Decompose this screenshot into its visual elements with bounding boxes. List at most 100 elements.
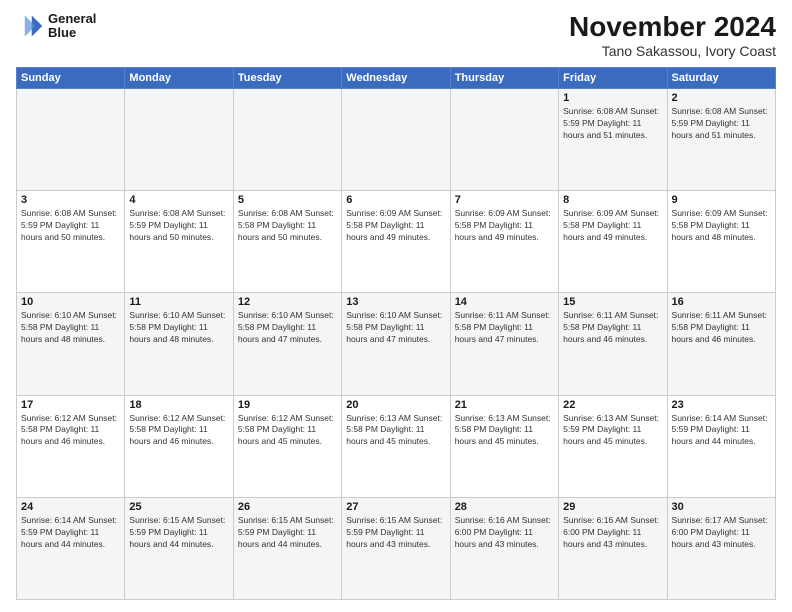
day-info: Sunrise: 6:10 AM Sunset: 5:58 PM Dayligh… — [238, 310, 337, 346]
day-info: Sunrise: 6:09 AM Sunset: 5:58 PM Dayligh… — [455, 208, 554, 244]
day-info: Sunrise: 6:08 AM Sunset: 5:59 PM Dayligh… — [563, 106, 662, 142]
calendar-cell: 6 Sunrise: 6:09 AM Sunset: 5:58 PM Daylig… — [342, 191, 450, 293]
day-number: 4 — [129, 194, 228, 206]
day-info: Sunrise: 6:12 AM Sunset: 5:58 PM Dayligh… — [21, 413, 120, 449]
calendar-cell — [233, 88, 341, 190]
day-info: Sunrise: 6:11 AM Sunset: 5:58 PM Dayligh… — [563, 310, 662, 346]
day-number: 19 — [238, 399, 337, 411]
week-row-1: 1Sunrise: 6:08 AM Sunset: 5:59 PM Daylig… — [17, 88, 776, 190]
day-number: 6 — [346, 194, 445, 206]
day-header-monday: Monday — [125, 67, 233, 88]
day-number: 9 — [672, 194, 771, 206]
day-number: 30 — [672, 501, 771, 513]
calendar-header: SundayMondayTuesdayWednesdayThursdayFrid… — [17, 67, 776, 88]
day-number: 2 — [672, 92, 771, 104]
calendar-cell: 4 Sunrise: 6:08 AM Sunset: 5:59 PM Daylig… — [125, 191, 233, 293]
day-info: Sunrise: 6:16 AM Sunset: 6:00 PM Dayligh… — [455, 515, 554, 551]
day-number: 24 — [21, 501, 120, 513]
day-info: Sunrise: 6:15 AM Sunset: 5:59 PM Dayligh… — [129, 515, 228, 551]
week-row-5: 24 Sunrise: 6:14 AM Sunset: 5:59 PM Dayli… — [17, 497, 776, 599]
day-info: Sunrise: 6:08 AM Sunset: 5:59 PM Dayligh… — [21, 208, 120, 244]
day-info: Sunrise: 6:09 AM Sunset: 5:58 PM Dayligh… — [346, 208, 445, 244]
day-number: 25 — [129, 501, 228, 513]
calendar-cell: 15 Sunrise: 6:11 AM Sunset: 5:58 PM Dayli… — [559, 293, 667, 395]
day-info: Sunrise: 6:13 AM Sunset: 5:59 PM Dayligh… — [563, 413, 662, 449]
calendar-cell: 27 Sunrise: 6:15 AM Sunset: 5:59 PM Dayli… — [342, 497, 450, 599]
day-info: Sunrise: 6:17 AM Sunset: 6:00 PM Dayligh… — [672, 515, 771, 551]
day-info: Sunrise: 6:11 AM Sunset: 5:58 PM Dayligh… — [672, 310, 771, 346]
day-info: Sunrise: 6:16 AM Sunset: 6:00 PM Dayligh… — [563, 515, 662, 551]
day-info: Sunrise: 6:15 AM Sunset: 5:59 PM Dayligh… — [346, 515, 445, 551]
calendar-cell: 30 Sunrise: 6:17 AM Sunset: 6:00 PM Dayli… — [667, 497, 775, 599]
calendar-cell: 1Sunrise: 6:08 AM Sunset: 5:59 PM Daylig… — [559, 88, 667, 190]
calendar-cell: 2Sunrise: 6:08 AM Sunset: 5:59 PM Daylig… — [667, 88, 775, 190]
week-row-4: 17 Sunrise: 6:12 AM Sunset: 5:58 PM Dayli… — [17, 395, 776, 497]
day-info: Sunrise: 6:13 AM Sunset: 5:58 PM Dayligh… — [346, 413, 445, 449]
day-info: Sunrise: 6:08 AM Sunset: 5:58 PM Dayligh… — [238, 208, 337, 244]
logo-icon — [16, 12, 44, 40]
week-row-2: 3 Sunrise: 6:08 AM Sunset: 5:59 PM Daylig… — [17, 191, 776, 293]
day-header-friday: Friday — [559, 67, 667, 88]
calendar-cell: 24 Sunrise: 6:14 AM Sunset: 5:59 PM Dayli… — [17, 497, 125, 599]
day-header-wednesday: Wednesday — [342, 67, 450, 88]
day-number: 21 — [455, 399, 554, 411]
day-header-sunday: Sunday — [17, 67, 125, 88]
calendar-cell: 21 Sunrise: 6:13 AM Sunset: 5:58 PM Dayli… — [450, 395, 558, 497]
calendar-cell: 20 Sunrise: 6:13 AM Sunset: 5:58 PM Dayli… — [342, 395, 450, 497]
day-number: 10 — [21, 296, 120, 308]
calendar-subtitle: Tano Sakassou, Ivory Coast — [569, 43, 776, 59]
calendar-cell: 9 Sunrise: 6:09 AM Sunset: 5:58 PM Daylig… — [667, 191, 775, 293]
logo-line2: Blue — [48, 26, 96, 40]
day-info: Sunrise: 6:14 AM Sunset: 5:59 PM Dayligh… — [21, 515, 120, 551]
day-info: Sunrise: 6:13 AM Sunset: 5:58 PM Dayligh… — [455, 413, 554, 449]
calendar-cell — [342, 88, 450, 190]
calendar-cell: 28Sunrise: 6:16 AM Sunset: 6:00 PM Dayli… — [450, 497, 558, 599]
logo: General Blue — [16, 12, 96, 41]
day-info: Sunrise: 6:10 AM Sunset: 5:58 PM Dayligh… — [346, 310, 445, 346]
calendar-cell: 23 Sunrise: 6:14 AM Sunset: 5:59 PM Dayli… — [667, 395, 775, 497]
day-number: 11 — [129, 296, 228, 308]
day-number: 15 — [563, 296, 662, 308]
calendar-cell: 11 Sunrise: 6:10 AM Sunset: 5:58 PM Dayli… — [125, 293, 233, 395]
day-header-saturday: Saturday — [667, 67, 775, 88]
day-info: Sunrise: 6:09 AM Sunset: 5:58 PM Dayligh… — [563, 208, 662, 244]
day-number: 14 — [455, 296, 554, 308]
calendar-cell: 19 Sunrise: 6:12 AM Sunset: 5:58 PM Dayli… — [233, 395, 341, 497]
calendar-title: November 2024 — [569, 12, 776, 43]
day-number: 5 — [238, 194, 337, 206]
day-number: 18 — [129, 399, 228, 411]
logo-line1: General — [48, 12, 96, 26]
day-number: 27 — [346, 501, 445, 513]
calendar-cell: 8Sunrise: 6:09 AM Sunset: 5:58 PM Daylig… — [559, 191, 667, 293]
calendar-cell — [17, 88, 125, 190]
week-row-3: 10 Sunrise: 6:10 AM Sunset: 5:58 PM Dayli… — [17, 293, 776, 395]
day-info: Sunrise: 6:10 AM Sunset: 5:58 PM Dayligh… — [21, 310, 120, 346]
day-number: 20 — [346, 399, 445, 411]
day-info: Sunrise: 6:11 AM Sunset: 5:58 PM Dayligh… — [455, 310, 554, 346]
day-info: Sunrise: 6:08 AM Sunset: 5:59 PM Dayligh… — [129, 208, 228, 244]
day-number: 13 — [346, 296, 445, 308]
day-number: 3 — [21, 194, 120, 206]
calendar-cell: 14 Sunrise: 6:11 AM Sunset: 5:58 PM Dayli… — [450, 293, 558, 395]
day-number: 12 — [238, 296, 337, 308]
day-info: Sunrise: 6:12 AM Sunset: 5:58 PM Dayligh… — [238, 413, 337, 449]
calendar-cell: 16Sunrise: 6:11 AM Sunset: 5:58 PM Dayli… — [667, 293, 775, 395]
calendar-cell: 22Sunrise: 6:13 AM Sunset: 5:59 PM Dayli… — [559, 395, 667, 497]
logo-text: General Blue — [48, 12, 96, 41]
day-info: Sunrise: 6:10 AM Sunset: 5:58 PM Dayligh… — [129, 310, 228, 346]
day-header-tuesday: Tuesday — [233, 67, 341, 88]
page: General Blue November 2024 Tano Sakassou… — [0, 0, 792, 612]
day-info: Sunrise: 6:09 AM Sunset: 5:58 PM Dayligh… — [672, 208, 771, 244]
calendar-cell — [450, 88, 558, 190]
calendar-cell: 17 Sunrise: 6:12 AM Sunset: 5:58 PM Dayli… — [17, 395, 125, 497]
calendar-body: 1Sunrise: 6:08 AM Sunset: 5:59 PM Daylig… — [17, 88, 776, 599]
header-row: SundayMondayTuesdayWednesdayThursdayFrid… — [17, 67, 776, 88]
day-number: 17 — [21, 399, 120, 411]
day-info: Sunrise: 6:14 AM Sunset: 5:59 PM Dayligh… — [672, 413, 771, 449]
calendar-cell: 12 Sunrise: 6:10 AM Sunset: 5:58 PM Dayli… — [233, 293, 341, 395]
calendar-cell: 7Sunrise: 6:09 AM Sunset: 5:58 PM Daylig… — [450, 191, 558, 293]
calendar-cell: 29Sunrise: 6:16 AM Sunset: 6:00 PM Dayli… — [559, 497, 667, 599]
day-header-thursday: Thursday — [450, 67, 558, 88]
day-number: 23 — [672, 399, 771, 411]
calendar-cell: 18Sunrise: 6:12 AM Sunset: 5:58 PM Dayli… — [125, 395, 233, 497]
